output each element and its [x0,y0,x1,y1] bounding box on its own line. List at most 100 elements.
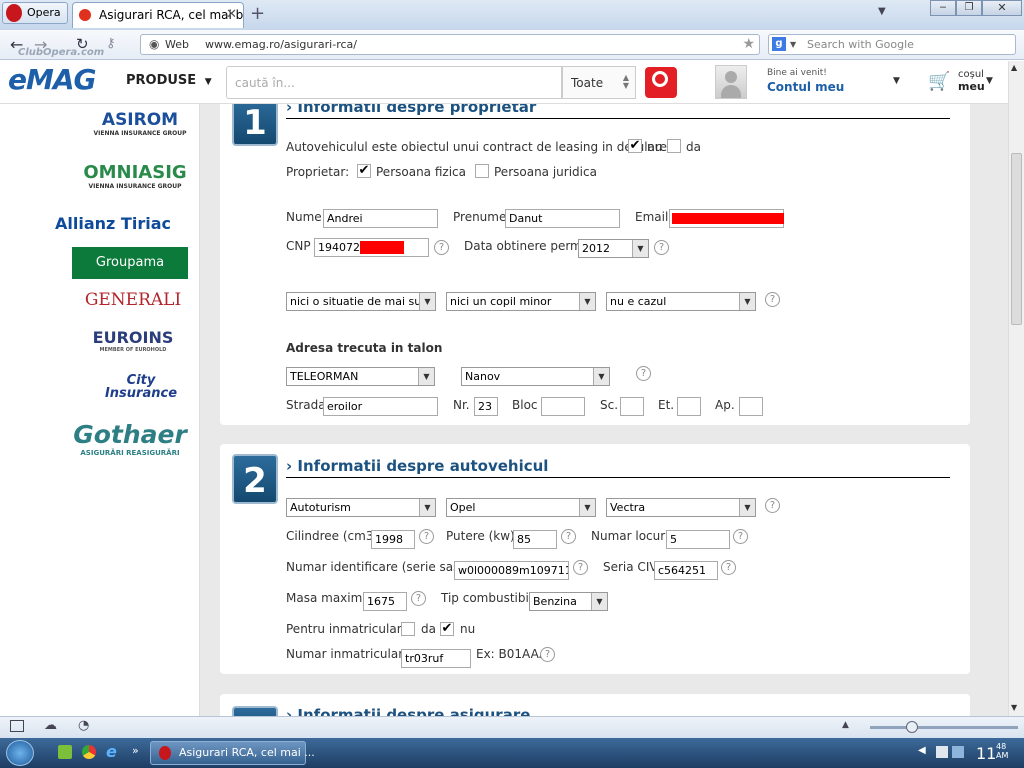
minimize-icon[interactable]: ‒ [930,0,956,16]
key-icon[interactable]: ⚷ [106,36,116,51]
nr-inmatriculare-field[interactable]: tr03ruf [401,649,471,668]
taskbar-window-opera[interactable]: Asigurari RCA, cel mai ... [150,741,315,765]
zoom-slider[interactable] [870,721,1018,733]
clock-hour[interactable]: 11 [976,744,996,763]
inmatriculare-da-checkbox[interactable] [401,622,415,636]
permis-help-icon[interactable]: ? [654,240,669,255]
nume-field[interactable]: Andrei [323,209,438,228]
leasing-da-checkbox[interactable] [667,139,681,153]
partner-logo-generali[interactable]: GENERALI [78,290,188,310]
zoom-slider-knob[interactable] [906,721,918,733]
maximize-icon[interactable]: ❐ [956,0,982,16]
scroll-down-icon[interactable]: ▼ [1011,703,1017,712]
address-help-icon[interactable]: ? [636,366,651,381]
strada-field[interactable]: eroilor [323,397,438,416]
bookmark-star-icon[interactable]: ★ [742,35,755,54]
partner-logo-city-insurance[interactable]: City Insurance [96,374,186,400]
emag-search-button[interactable] [645,67,677,98]
scroll-thumb[interactable] [1011,153,1022,325]
tray-flag-icon[interactable] [936,746,948,758]
avatar[interactable] [715,65,747,99]
search-field[interactable]: g ▼ Search with Google [768,34,1016,55]
locuri-help-icon[interactable]: ? [733,529,748,544]
quicklaunch-icon[interactable] [58,745,72,759]
persoana-juridica-checkbox[interactable] [475,164,489,178]
close-window-icon[interactable]: ✕ [982,0,1022,16]
tab-list-chevron-icon[interactable]: ▼ [878,6,886,17]
tab-asigurari-rca[interactable]: Asigurari RCA, cel mai bu... ✕ [72,2,244,28]
prenume-field[interactable]: Danut [505,209,620,228]
sc-field[interactable] [620,397,644,416]
opera-menu-button[interactable]: Opera [2,2,68,24]
partner-logo-groupama[interactable]: Groupama [72,247,188,279]
partner-logo-allianz[interactable]: Allianz Tiriac [38,214,188,233]
cilindree-field[interactable]: 1998 [371,530,415,549]
site-info-label: Web [165,38,189,51]
options-help-icon[interactable]: ? [765,292,780,307]
tray-network-icon[interactable] [952,746,964,758]
putere-help-icon[interactable]: ? [561,529,576,544]
clock-minutes: 48 AM [996,742,1009,760]
putere-field[interactable]: 85 [513,530,557,549]
partner-sub: VIENNA INSURANCE GROUP [88,183,182,190]
account-menu[interactable]: Contul meu [767,80,844,94]
tip-vehicul-select[interactable]: Autoturism [286,498,436,517]
speed-dial-icon[interactable]: ◔ [78,718,89,733]
tab-close-icon[interactable]: ✕ [226,3,237,27]
marca-select[interactable]: Opel [446,498,596,517]
vin-field[interactable]: w0l000089m1097115 [454,561,569,580]
tray-chevron-icon[interactable]: ◀ [918,745,926,756]
products-menu[interactable]: PRODUSE ▼ [126,73,212,88]
prenume-label: Prenume [453,210,507,224]
combustibil-select[interactable]: Benzina [529,592,608,611]
ie-icon[interactable]: e [106,742,117,761]
cart-button[interactable]: 🛒 coșul meu ▼ [928,67,1000,97]
localitate-select[interactable]: Nanov [461,367,610,386]
partner-logo-euroins[interactable]: EUROINS MEMBER OF EUROHOLD [78,328,188,353]
et-field[interactable] [677,397,701,416]
situatie-select[interactable]: nici o situatie de mai sus [286,292,436,311]
cnp-help-icon[interactable]: ? [434,240,449,255]
account-chevron-icon[interactable]: ▼ [893,76,900,86]
new-tab-button[interactable]: + [250,4,266,24]
cloud-icon[interactable]: ☁ [44,718,57,733]
permis-select[interactable]: 2012 [578,239,649,258]
partner-logo-omniasig[interactable]: OMNIASIG VIENNA INSURANCE GROUP [82,162,188,190]
search-engine-dropdown-icon[interactable]: ▼ [790,35,796,54]
partner-logo-gothaer[interactable]: Gothaer ASIGURĂRI REASIGURĂRI [72,420,188,457]
ap-field[interactable] [739,397,763,416]
leasing-nu-checkbox[interactable]: ✔ [628,139,642,153]
address-field[interactable]: ◉ Web www.emag.ro/asigurari-rca/ ★ [140,34,760,55]
start-button[interactable] [6,740,34,766]
copil-select[interactable]: nici un copil minor [446,292,596,311]
locuri-field[interactable]: 5 [666,530,730,549]
chrome-icon[interactable] [82,745,96,759]
inmatriculare-nu-checkbox[interactable]: ✔ [440,622,454,636]
civ-help-icon[interactable]: ? [721,560,736,575]
partner-name: Gothaer [73,420,187,449]
category-select[interactable]: Toate ▲ ▼ [562,66,636,99]
scroll-up-icon[interactable]: ▲ [1011,63,1017,72]
persoana-fizica-label: Persoana fizica [376,165,466,179]
vin-help-icon[interactable]: ? [573,560,588,575]
more-chevron-icon[interactable]: » [132,744,139,757]
emag-search-input[interactable]: caută în... [226,66,562,99]
partner-logo-asirom[interactable]: ASIROM VIENNA INSURANCE GROUP [92,110,188,137]
products-label: PRODUSE [126,73,197,88]
zoom-up-icon[interactable]: ▲ [842,720,849,730]
persoana-fizica-checkbox[interactable]: ✔ [357,164,371,178]
masa-field[interactable]: 1675 [363,592,407,611]
judet-select[interactable]: TELEORMAN [286,367,435,386]
caz-select[interactable]: nu e cazul [606,292,756,311]
nr-field[interactable]: 23 [474,397,498,416]
vertical-scrollbar[interactable]: ▲ ▼ [1008,61,1024,716]
nr-inmatriculare-help-icon[interactable]: ? [540,647,555,662]
emag-logo[interactable]: eMAG [8,63,97,96]
vehicle-help-icon[interactable]: ? [765,498,780,513]
model-select[interactable]: Vectra [606,498,756,517]
panel-toggle-icon[interactable] [10,720,24,732]
bloc-field[interactable] [541,397,585,416]
cilindree-help-icon[interactable]: ? [419,529,434,544]
civ-field[interactable]: c564251 [654,561,718,580]
masa-help-icon[interactable]: ? [411,591,426,606]
